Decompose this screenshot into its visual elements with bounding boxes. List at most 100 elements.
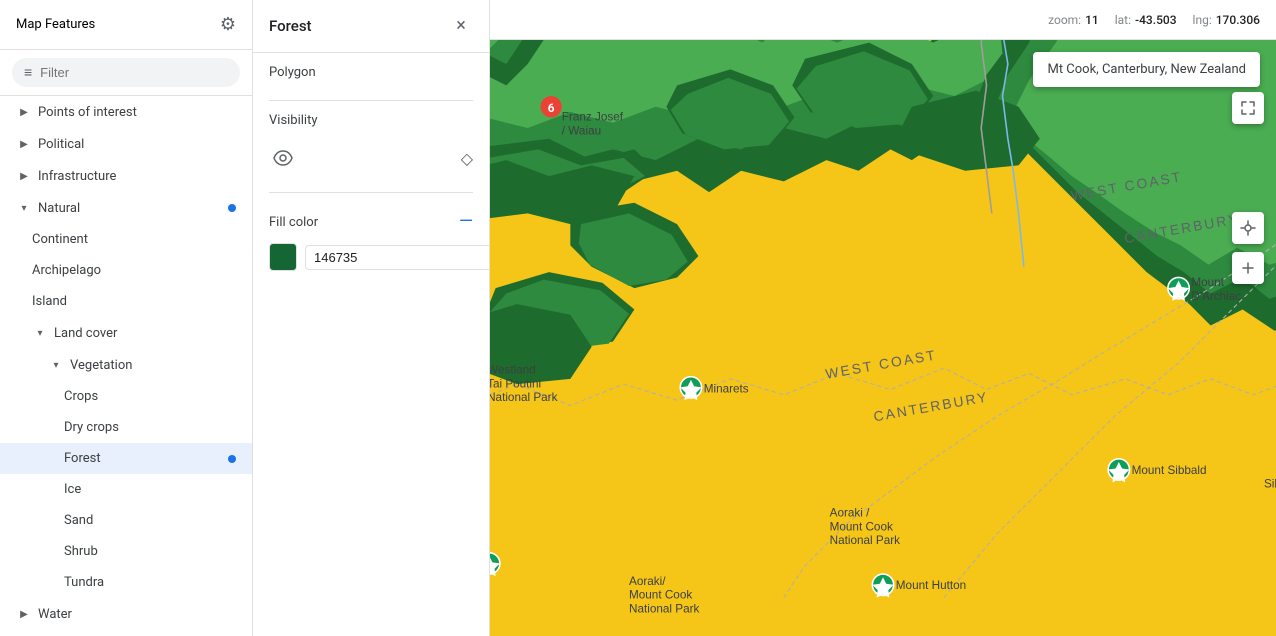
color-minus-button[interactable]: —	[459, 213, 473, 231]
filter-input[interactable]	[40, 65, 228, 80]
sidebar-item-background[interactable]: Background	[0, 630, 252, 636]
sidebar-item-label: Tundra	[64, 575, 104, 590]
sidebar-item-archipelago[interactable]: Archipelago	[0, 255, 252, 286]
poi-label-aoraki-4: Aoraki/	[629, 575, 666, 588]
color-swatch[interactable]	[269, 243, 297, 271]
chevron-right-icon: ▶	[16, 136, 32, 152]
sidebar-item-ice[interactable]: Ice	[0, 474, 252, 505]
panel-title: Forest	[269, 17, 312, 35]
filter-container: ≡	[0, 50, 252, 96]
sidebar-item-label: Land cover	[54, 326, 117, 341]
poi-label-minarets: Minarets	[704, 383, 749, 396]
sidebar-item-label: Political	[38, 137, 84, 152]
close-button[interactable]: ×	[449, 14, 473, 38]
sidebar-item-label: Archipelago	[32, 263, 101, 278]
sidebar-item-label: Island	[32, 294, 67, 309]
sidebar-item-vegetation[interactable]: ▾ Vegetation	[0, 349, 252, 381]
location-tooltip-text: Mt Cook, Canterbury, New Zealand	[1047, 62, 1246, 77]
sidebar-item-label: Ice	[64, 482, 81, 497]
poi-label-mount-darchiac: Mount	[1191, 276, 1224, 289]
visibility-eye-button[interactable]	[269, 144, 297, 172]
map-svg[interactable]: WEST COAST CANTERBURY WEST COAST CANTERB…	[490, 0, 1276, 636]
sidebar-item-label: Natural	[38, 201, 80, 216]
chevron-right-icon: ▶	[16, 104, 32, 120]
chevron-down-icon: ▾	[16, 200, 32, 216]
diamond-icon[interactable]: ◇	[461, 149, 473, 168]
lng-label: lng:	[1193, 13, 1212, 27]
poi-label-mount-darchiac-2: D'Archiac	[1191, 290, 1241, 303]
zoom-value: 11	[1085, 13, 1099, 27]
visibility-section: Visibility ◇	[253, 101, 489, 192]
panel-header: Forest ×	[253, 0, 489, 53]
map-header: zoom: 11 lat: -43.503 lng: 170.306	[490, 0, 1276, 40]
poi-label-franz-josef-2: / Waiau	[562, 124, 601, 137]
sidebar-item-label: Points of interest	[38, 105, 137, 120]
poi-label-mount-sibbald: Mount Sibbald	[1132, 464, 1207, 477]
sidebar-item-label: Dry crops	[64, 420, 119, 435]
sidebar-item-label: Shrub	[64, 544, 98, 559]
lng-value: 170.306	[1216, 13, 1260, 27]
fill-color-label: Fill color	[269, 215, 318, 230]
sidebar-item-label: Vegetation	[70, 358, 132, 373]
poi-label-westland-3: National Park	[490, 391, 558, 404]
sidebar-item-sand[interactable]: Sand	[0, 505, 252, 536]
sidebar-item-shrub[interactable]: Shrub	[0, 536, 252, 567]
lat-label: lat:	[1115, 13, 1131, 27]
sidebar-title: Map Features	[16, 17, 95, 32]
polygon-section: Polygon	[253, 53, 489, 100]
sidebar-item-natural[interactable]: ▾ Natural	[0, 192, 252, 224]
gear-icon[interactable]: ⚙	[220, 14, 236, 35]
poi-label-aoraki-3: National Park	[830, 534, 900, 547]
lng-coord: lng: 170.306	[1193, 13, 1260, 27]
poi-label-franz-josef: Franz Josef	[562, 111, 624, 124]
poi-label-aoraki-5: Mount Cook	[629, 589, 692, 602]
chevron-right-icon: ▶	[16, 606, 32, 622]
sidebar-item-forest[interactable]: Forest	[0, 443, 252, 474]
zoom-coord: zoom: 11	[1048, 13, 1099, 27]
location-tooltip: Mt Cook, Canterbury, New Zealand	[1033, 52, 1260, 87]
zoom-label: zoom:	[1048, 13, 1081, 27]
hex-input[interactable]	[305, 245, 490, 270]
sidebar-item-political[interactable]: ▶ Political	[0, 128, 252, 160]
sidebar-item-water[interactable]: ▶ Water	[0, 598, 252, 630]
locate-button[interactable]	[1232, 212, 1264, 244]
lat-coord: lat: -43.503	[1115, 13, 1177, 27]
sidebar-item-tundra[interactable]: Tundra	[0, 567, 252, 598]
nav-items: ▶ Points of interest ▶ Political ▶ Infra…	[0, 96, 252, 636]
sidebar-item-label: Infrastructure	[38, 169, 116, 184]
poi-label-mount-hutton: Mount Hutton	[896, 579, 966, 592]
sidebar-item-dry-crops[interactable]: Dry crops	[0, 412, 252, 443]
sidebar-item-land-cover[interactable]: ▾ Land cover	[0, 317, 252, 349]
zoom-in-button[interactable]	[1232, 252, 1264, 284]
sidebar-item-continent[interactable]: Continent	[0, 224, 252, 255]
active-dot	[228, 204, 236, 212]
map-coords: zoom: 11 lat: -43.503 lng: 170.306	[1048, 13, 1260, 27]
lat-value: -43.503	[1135, 13, 1177, 27]
poi-label-aoraki-6: National Park	[629, 603, 699, 616]
sidebar-item-label: Sand	[64, 513, 93, 528]
map-controls	[1232, 92, 1264, 284]
active-dot	[228, 455, 236, 463]
fullscreen-button[interactable]	[1232, 92, 1264, 124]
fill-color-header-row: Fill color —	[269, 205, 473, 239]
sidebar-item-crops[interactable]: Crops	[0, 381, 252, 412]
feature-panel: Forest × Polygon Visibility ◇ Fill color…	[253, 0, 490, 636]
poi-label-sibbald: Sibbald	[1264, 478, 1276, 491]
poi-label-westland-2: Tai Poutini	[490, 377, 541, 390]
fill-color-section: Fill color — ◇	[253, 193, 489, 283]
sidebar-item-island[interactable]: Island	[0, 286, 252, 317]
chevron-right-icon: ▶	[16, 168, 32, 184]
sidebar-header: Map Features ⚙	[0, 0, 252, 50]
sidebar-item-label: Crops	[64, 389, 98, 404]
sidebar-item-label: Forest	[64, 451, 101, 466]
sidebar-item-points-of-interest[interactable]: ▶ Points of interest	[0, 96, 252, 128]
sidebar-item-infrastructure[interactable]: ▶ Infrastructure	[0, 160, 252, 192]
poi-badge-number: 6	[548, 101, 555, 115]
poi-label-aoraki-1: Aoraki /	[830, 506, 870, 519]
chevron-down-icon: ▾	[48, 357, 64, 373]
filter-icon: ≡	[24, 64, 32, 81]
visibility-label: Visibility	[269, 113, 473, 128]
poi-label-westland: Westland	[490, 363, 536, 376]
visibility-row: ◇	[269, 136, 473, 180]
color-input-row: ◇	[269, 243, 473, 271]
